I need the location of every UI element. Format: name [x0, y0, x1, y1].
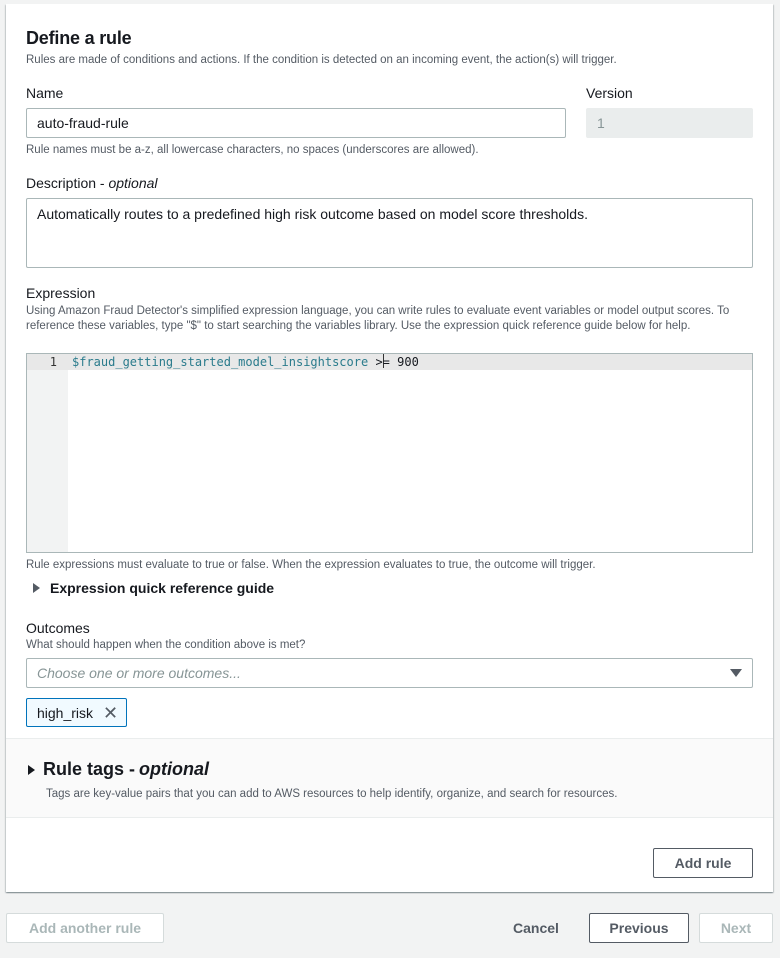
caret-right-icon [28, 764, 35, 775]
line-number: 1 [49, 355, 57, 369]
expression-code[interactable]: $fraud_getting_started_model_insightscor… [72, 354, 419, 370]
outcomes-help: What should happen when the condition ab… [26, 639, 306, 651]
section-subtitle: Rules are made of conditions and actions… [26, 54, 617, 66]
expression-guide-toggle[interactable]: Expression quick reference guide [33, 580, 274, 596]
expression-help: Using Amazon Fraud Detector's simplified… [26, 305, 730, 332]
code-operator-a: > [368, 355, 383, 369]
section-title: Define a rule [26, 28, 132, 48]
caret-right-icon [33, 583, 40, 593]
next-button[interactable]: Next [699, 913, 773, 943]
expression-guide-label: Expression quick reference guide [50, 580, 275, 596]
rule-tags-title: Rule tags - [43, 759, 136, 779]
description-label-text: Description - [26, 175, 109, 191]
code-variable: $fraud_getting_started_model_insightscor… [72, 355, 369, 369]
rule-tags-section: Rule tags - optional Tags are key-value … [6, 738, 773, 818]
outcomes-label: Outcomes [26, 620, 90, 636]
name-label: Name [26, 85, 64, 101]
add-another-rule-button[interactable]: Add another rule [6, 913, 164, 943]
define-rule-card: Define a rule Rules are made of conditio… [6, 4, 773, 892]
rule-tags-toggle[interactable]: Rule tags - optional [28, 759, 209, 780]
outcomes-placeholder: Choose one or more outcomes... [37, 665, 241, 681]
description-label: Description - optional [26, 175, 158, 191]
version-input-value: 1 [597, 115, 605, 131]
expression-hint: Rule expressions must evaluate to true o… [26, 559, 596, 571]
name-hint: Rule names must be a-z, all lowercase ch… [26, 144, 479, 156]
code-operator-b: = 900 [382, 355, 419, 369]
rule-tags-description: Tags are key-value pairs that you can ad… [46, 788, 618, 800]
description-value: Automatically routes to a predefined hig… [37, 206, 588, 222]
description-textarea[interactable]: Automatically routes to a predefined hig… [26, 198, 753, 268]
editor-gutter [27, 354, 68, 552]
name-input[interactable]: auto-fraud-rule [26, 108, 566, 138]
close-icon[interactable]: ✕ [103, 704, 118, 722]
outcome-token-label: high_risk [37, 704, 94, 721]
add-rule-button[interactable]: Add rule [653, 848, 753, 878]
version-label: Version [586, 85, 633, 101]
version-input: 1 [586, 108, 753, 138]
expression-editor[interactable]: 1 $fraud_getting_started_model_insightsc… [26, 353, 753, 553]
outcome-token: high_risk ✕ [26, 698, 128, 727]
expression-label: Expression [26, 285, 96, 301]
caret-down-icon [730, 669, 742, 677]
cancel-button[interactable]: Cancel [498, 913, 574, 943]
name-input-value: auto-fraud-rule [37, 115, 129, 131]
previous-button[interactable]: Previous [589, 913, 689, 943]
outcomes-select[interactable]: Choose one or more outcomes... [26, 658, 753, 688]
description-optional: optional [108, 175, 158, 191]
rule-tags-optional: optional [139, 759, 210, 779]
